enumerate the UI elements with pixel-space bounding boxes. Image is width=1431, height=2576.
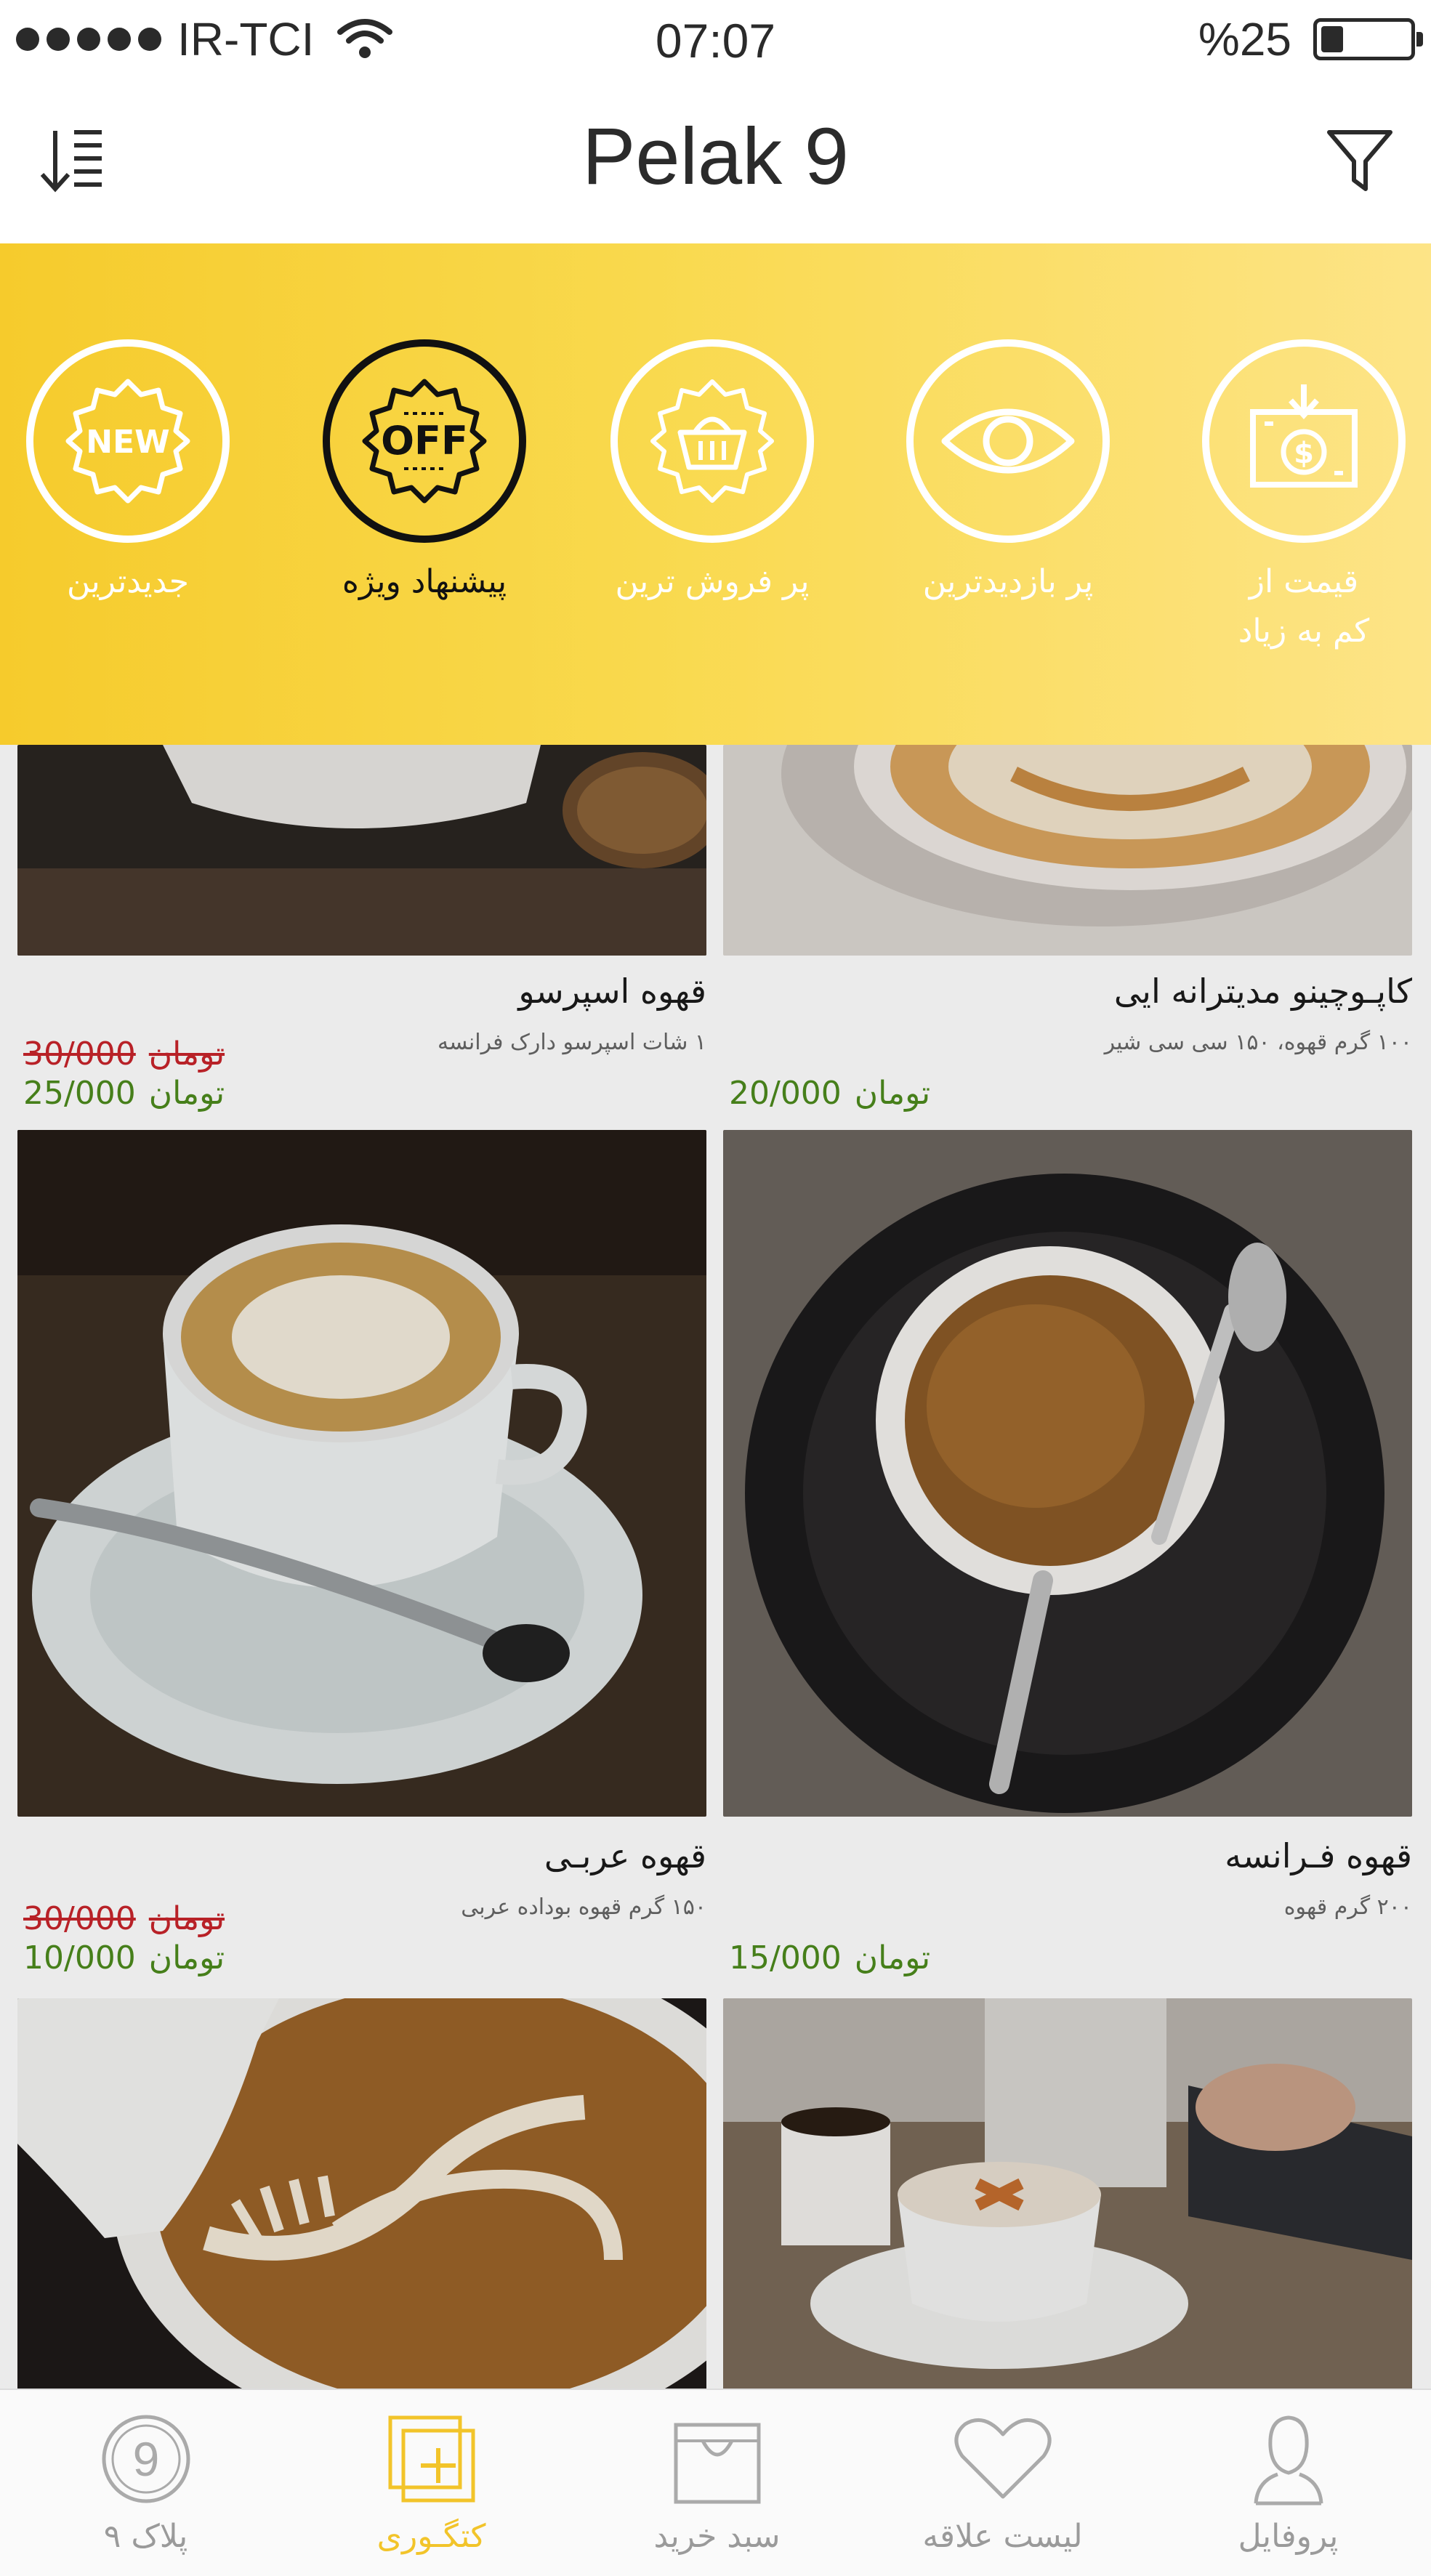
category-label: پیشنهاد ویژه [342, 563, 507, 600]
user-icon [1254, 2415, 1323, 2506]
tab-bar: پروفایل لیست علاقه سبد خرید کتگـوری 9 پل… [0, 2389, 1431, 2576]
category-best-selling[interactable]: پر فروش ترین [605, 339, 820, 607]
battery-level [1321, 26, 1343, 52]
svg-text:$: $ [1294, 437, 1314, 470]
tab-label: کتگـوری [376, 2518, 486, 2555]
category-circle: OFF [323, 339, 526, 543]
battery-icon [1313, 18, 1423, 60]
price-currency: تومان [148, 1075, 225, 1112]
product-price: 10/000 تومان [23, 1939, 225, 1977]
product-image [723, 1998, 1412, 2389]
category-most-viewed[interactable]: پر بازدیدترین [900, 339, 1116, 607]
product-description: ۱۰۰ گرم قهوه، ۱۵۰ سی سی شیر [1104, 1030, 1412, 1055]
tab-label: پلاک ۹ [103, 2518, 188, 2555]
category-circle: $ [1202, 339, 1406, 543]
tab-label: سبد خرید [653, 2518, 781, 2555]
category-band: $ قیمت از کم به زیاد پر بازدیدترین پر فر… [0, 243, 1431, 745]
product-card[interactable]: کاپـوچینو مدیترانه ایی ۱۰۰ گرم قهوه، ۱۵۰… [723, 745, 1412, 1123]
price-value: 15/000 [729, 1939, 842, 1977]
product-image [723, 745, 1412, 956]
page-title: Pelak 9 [582, 112, 849, 201]
product-description: ۱۵۰ گرم قهوه بوداده عربی [461, 1894, 706, 1920]
product-image [17, 745, 706, 956]
product-grid: کاپـوچینو مدیترانه ایی ۱۰۰ گرم قهوه، ۱۵۰… [0, 745, 1431, 2389]
product-price: 20/000 تومان [729, 1075, 930, 1112]
product-card[interactable] [17, 1998, 706, 2389]
product-title: قهوه عربـی [544, 1836, 706, 1876]
product-description: ۱ شات اسپرسو دارک فرانسه [438, 1030, 706, 1055]
status-right: %25 [1198, 13, 1423, 65]
price-currency: تومان [854, 1075, 931, 1112]
product-title: قهوه اسپرسو [518, 972, 706, 1011]
product-card[interactable]: قهوه فـرانسه ۲۰۰ گرم قهوه 15/000 تومان [723, 1130, 1412, 1989]
product-title: کاپـوچینو مدیترانه ایی [1113, 972, 1412, 1011]
tab-label: لیست علاقه [922, 2518, 1083, 2555]
product-image [17, 1130, 706, 1817]
nav-bar: Pelak 9 [0, 80, 1431, 243]
category-label: پر بازدیدترین [922, 563, 1094, 600]
new-badge-text: NEW [86, 424, 169, 461]
price-currency: تومان [148, 1035, 225, 1073]
old-price-value: 30/000 [23, 1035, 136, 1073]
product-card[interactable]: قهوه اسپرسو ۱ شات اسپرسو دارک فرانسه 30/… [17, 745, 706, 1123]
product-description: ۲۰۰ گرم قهوه [1283, 1894, 1412, 1920]
category-label: پر فروش ترین [615, 563, 810, 600]
battery-percent: %25 [1198, 13, 1291, 65]
filter-icon [1327, 130, 1392, 191]
pelak-9-icon: 9 [102, 2415, 190, 2503]
product-old-price: 30/000 تومان [23, 1900, 225, 1937]
product-title: قهوه فـرانسه [1225, 1836, 1412, 1876]
off-badge-icon: OFF [362, 379, 487, 504]
price-value: 20/000 [729, 1075, 842, 1112]
price-currency: تومان [148, 1939, 225, 1977]
product-price: 25/000 تومان [23, 1075, 225, 1112]
filter-button[interactable] [1323, 124, 1396, 196]
category-newest[interactable]: NEW جدیدترین [20, 339, 235, 607]
tab-pelak9[interactable]: 9 پلاک ۹ [3, 2412, 289, 2555]
tab-category[interactable]: کتگـوری [289, 2412, 574, 2555]
money-down-icon: $ [1250, 384, 1358, 488]
shopping-bag-icon [674, 2423, 760, 2504]
category-circle [906, 339, 1110, 543]
off-badge-text: OFF [381, 418, 468, 464]
tab-wishlist[interactable]: لیست علاقه [860, 2412, 1145, 2555]
price-value: 25/000 [23, 1075, 136, 1112]
category-label: جدیدترین [67, 563, 189, 600]
price-currency: تومان [148, 1900, 225, 1937]
category-circle: NEW [26, 339, 230, 543]
eye-icon [941, 408, 1075, 474]
product-card[interactable]: قهوه عربـی ۱۵۰ گرم قهوه بوداده عربی 30/0… [17, 1130, 706, 1989]
category-icon [388, 2415, 475, 2503]
tab-profile[interactable]: پروفایل [1145, 2412, 1431, 2555]
category-special-offer[interactable]: OFF پیشنهاد ویژه [317, 339, 532, 607]
heart-icon [954, 2418, 1051, 2499]
basket-icon [650, 379, 774, 503]
product-old-price: 30/000 تومان [23, 1035, 225, 1073]
category-label: قیمت از کم به زیاد [1238, 563, 1370, 650]
status-bar: IR-TCI 07:07 %25 [0, 0, 1431, 80]
tab-cart[interactable]: سبد خرید [574, 2412, 860, 2555]
price-currency: تومان [854, 1939, 931, 1977]
product-image [17, 1998, 706, 2389]
category-circle [610, 339, 814, 543]
product-card[interactable] [723, 1998, 1412, 2389]
product-price: 15/000 تومان [729, 1939, 930, 1977]
pelak-badge-text: 9 [132, 2432, 159, 2486]
tab-label: پروفایل [1238, 2518, 1339, 2555]
price-value: 10/000 [23, 1939, 136, 1977]
old-price-value: 30/000 [23, 1900, 136, 1937]
product-image [723, 1130, 1412, 1817]
new-badge-icon: NEW [65, 379, 190, 504]
category-price-ascending[interactable]: $ قیمت از کم به زیاد [1196, 339, 1411, 656]
